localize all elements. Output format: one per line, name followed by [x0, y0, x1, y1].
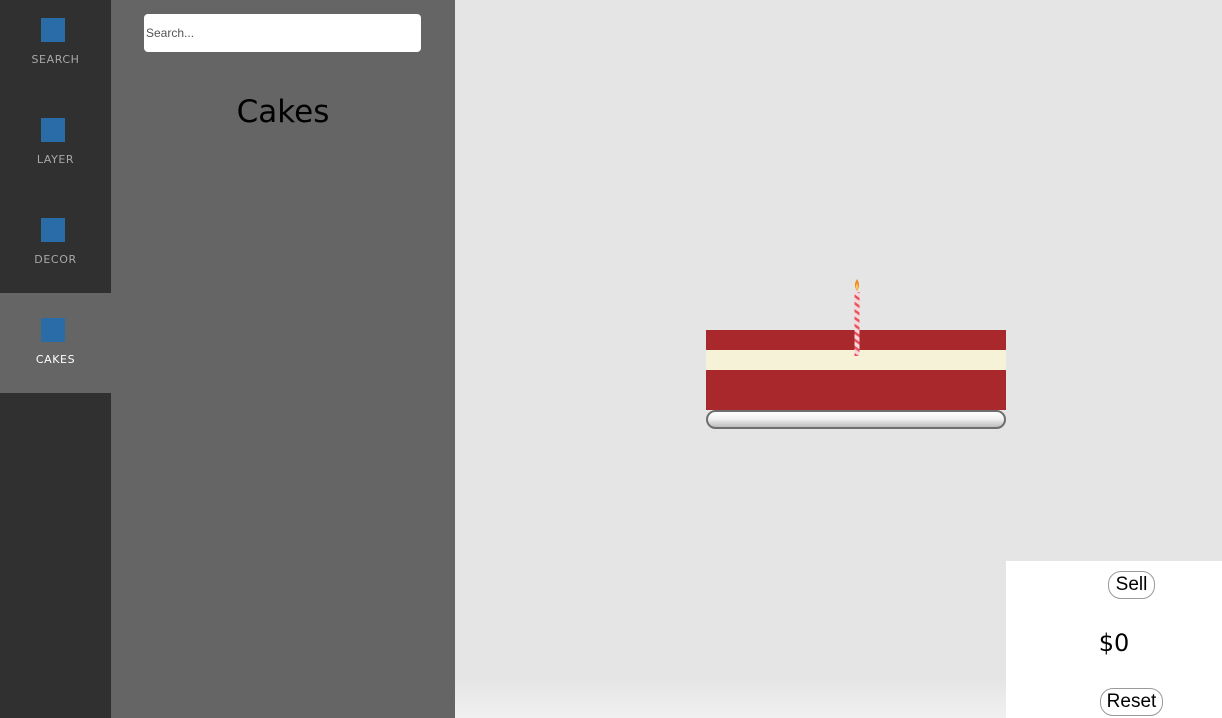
search-input[interactable]: [144, 14, 421, 52]
nav-item-label: SEARCH: [31, 53, 80, 66]
reset-button[interactable]: Reset: [1100, 688, 1163, 716]
cake-preview: [706, 278, 1006, 430]
nav-item-label: DECOR: [34, 253, 77, 266]
layer-category-icon: [41, 118, 65, 142]
category-nav: SEARCH LAYER DECOR CAKES: [0, 0, 111, 718]
search-category-icon: [41, 18, 65, 42]
panel-title: Cakes: [236, 94, 330, 130]
candle-icon[interactable]: [852, 278, 862, 358]
cake-layer-bottom[interactable]: [706, 370, 1006, 410]
nav-item-label: LAYER: [36, 153, 75, 166]
sell-button[interactable]: Sell: [1108, 571, 1155, 599]
side-panel: Cakes: [111, 0, 455, 718]
cake-plate: [706, 410, 1006, 429]
sales-panel: Sell $0 Reset: [1006, 561, 1222, 718]
decor-category-icon: [41, 218, 65, 242]
nav-item-decor[interactable]: DECOR: [0, 200, 111, 300]
money-total: $0: [1098, 629, 1130, 657]
cake-builder-app: SEARCH LAYER DECOR CAKES Cakes: [0, 0, 1222, 718]
nav-item-layer[interactable]: LAYER: [0, 100, 111, 200]
nav-item-label: CAKES: [35, 353, 76, 366]
cakes-category-icon: [41, 318, 65, 342]
nav-item-search[interactable]: SEARCH: [0, 0, 111, 100]
nav-item-cakes[interactable]: CAKES: [0, 293, 111, 393]
